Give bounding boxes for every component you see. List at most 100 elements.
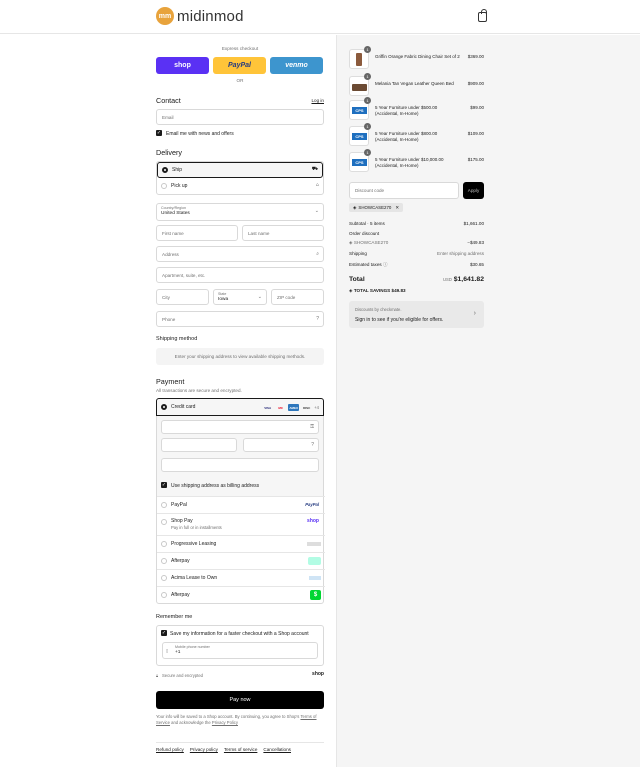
cart-item: 1 Melania Tan Vegan Leather Queen Bed $9… [349,73,484,96]
cart-item: 1 Griffin Orange Fabric Dining Chair Set… [349,46,484,69]
paypal-option[interactable]: PayPal PayPal [157,496,325,513]
item-name: 5 Year Furniture under $10,000.00 (Accid… [375,157,444,168]
credit-card-radio[interactable] [161,404,167,410]
terms-of-service-link[interactable]: Terms of service [224,747,257,752]
remove-code-icon[interactable]: ✕ [395,205,399,211]
acima-logo-icon [309,576,321,580]
address-placeholder: Address [162,252,179,257]
mobile-phone-value: +1 [175,650,181,655]
discover-icon: DISC [303,405,311,410]
cart-item: CPS 1 5 Year Furniture under $800.00 (Ac… [349,123,484,146]
shop-pay-logo: shop [307,518,319,524]
cart-item: CPS 1 5 Year Furniture under $500.00 (Ac… [349,97,484,120]
billing-same-checkbox[interactable]: ✓ [161,482,167,488]
ship-radio[interactable] [162,167,168,173]
item-name: 5 Year Furniture under $500.00 (Accident… [375,105,438,116]
help-icon[interactable]: ? [311,442,314,448]
quantity-badge: 1 [364,46,371,53]
zip-field[interactable]: ZIP code [271,289,324,305]
city-placeholder: City [162,295,170,300]
apply-button[interactable]: Apply [463,182,484,199]
news-label: Email me with news and offers [166,131,234,137]
apartment-field[interactable]: Apartment, suite, etc. [156,267,324,283]
quantity-badge: 1 [364,123,371,130]
shop-pay-button[interactable]: shop [156,57,209,74]
lock-icon: ⚿ [310,424,314,430]
pay-now-button[interactable]: Pay now [156,691,324,709]
discount-value: −$49.83 [467,240,484,245]
mobile-phone-label: Mobile phone number [175,645,210,649]
cash-app-afterpay-option[interactable]: Afterpay $ [157,586,325,603]
login-link[interactable]: Log in [311,98,324,103]
progressive-option[interactable]: Progressive Leasing [157,535,325,552]
brand-name: midinmod [177,7,244,25]
security-code-field[interactable]: ? [243,438,319,452]
shopping-bag-icon[interactable] [478,9,487,22]
taxes-label: Estimated taxes [349,262,382,267]
expiry-field[interactable] [161,438,237,452]
discount-code-field[interactable]: Discount code [349,182,459,199]
state-select[interactable]: State Iowa ⌄ [213,289,267,305]
privacy-policy-link[interactable]: Privacy policy [190,747,218,752]
discount-code: SHOWCASE270 [353,240,389,245]
brand-logo[interactable]: mm midinmod [156,7,244,25]
footer-links: Refund policy Privacy policy Terms of se… [156,747,291,752]
search-icon: ⌕ [316,251,319,257]
country-value: United States [161,211,190,216]
cancellations-link[interactable]: Cancellations [263,747,291,752]
remember-title: Remember me [156,614,193,620]
afterpay-radio[interactable] [161,558,167,564]
shop-pay-option[interactable]: Shop Pay Pay in full or in installments … [157,513,325,535]
email-field[interactable]: Email [156,109,324,125]
afterpay-option[interactable]: Afterpay [157,552,325,569]
ship-option[interactable]: Ship ⛟ [157,162,323,178]
total-value-group: USD $1,641.82 [443,276,484,283]
paypal-button[interactable]: PayPal [213,57,266,74]
first-name-field[interactable]: First name [156,225,238,241]
chevron-down-icon: ⌄ [257,294,262,300]
offers-banner[interactable]: Discounts by checkmate. Sign in to see i… [349,301,484,328]
venmo-button[interactable]: venmo [270,57,323,74]
billing-same-label: Use shipping address as billing address [171,483,260,489]
cart-item: CPS 1 5 Year Furniture under $10,000.00 … [349,149,484,172]
shop-pay-radio[interactable] [161,519,167,525]
shop-pay-label: Shop Pay [171,518,193,524]
credit-card-option[interactable]: Credit card VISA MC AMEX DISC +4 [156,398,324,416]
pickup-radio[interactable] [161,183,167,189]
tag-icon: ◈ [353,204,357,210]
item-name: Griffin Orange Fabric Dining Chair Set o… [375,54,460,59]
paypal-radio[interactable] [161,502,167,508]
footer-divider [156,742,324,743]
payment-subtitle: All transactions are secure and encrypte… [156,388,242,393]
offers-by: Discounts by checkmate. [355,307,402,312]
cash-app-afterpay-label: Afterpay [171,592,190,598]
order-discount-label: Order discount [349,231,380,236]
name-on-card-field[interactable] [161,458,319,472]
country-select[interactable]: Country/Region United States ⌄ [156,203,324,221]
help-icon[interactable]: ? [316,316,319,322]
order-discount-row: Order discount [349,231,484,236]
taxes-row: Estimated taxes ⓘ $30.65 [349,262,484,268]
mobile-phone-field[interactable]: ▯ Mobile phone number +1 [162,642,318,659]
acima-option[interactable]: Acima Lease to Own [157,569,325,586]
phone-field[interactable]: Phone ? [156,311,324,327]
last-name-field[interactable]: Last name [242,225,324,241]
shipping-method-note: Enter your shipping address to view avai… [174,354,306,359]
privacy-link[interactable]: Privacy Policy [212,720,238,725]
item-name: Melania Tan Vegan Leather Queen Bed [375,81,454,86]
quantity-badge: 1 [364,73,371,80]
help-icon[interactable]: ⓘ [382,262,388,267]
city-field[interactable]: City [156,289,209,305]
news-checkbox[interactable]: ✓ [156,130,162,136]
card-number-field[interactable]: ⚿ [161,420,319,434]
address-field[interactable]: Address ⌕ [156,246,324,262]
acima-radio[interactable] [161,575,167,581]
phone-icon: ▯ [166,648,169,653]
cash-app-afterpay-radio[interactable] [161,592,167,598]
refund-policy-link[interactable]: Refund policy [156,747,184,752]
item-price: $909.00 [467,81,484,86]
progressive-radio[interactable] [161,541,167,547]
afterpay-logo-icon [308,557,321,565]
save-info-checkbox[interactable]: ✓ [161,630,167,636]
discount-code-row: ◈ SHOWCASE270 −$49.83 [349,240,484,246]
